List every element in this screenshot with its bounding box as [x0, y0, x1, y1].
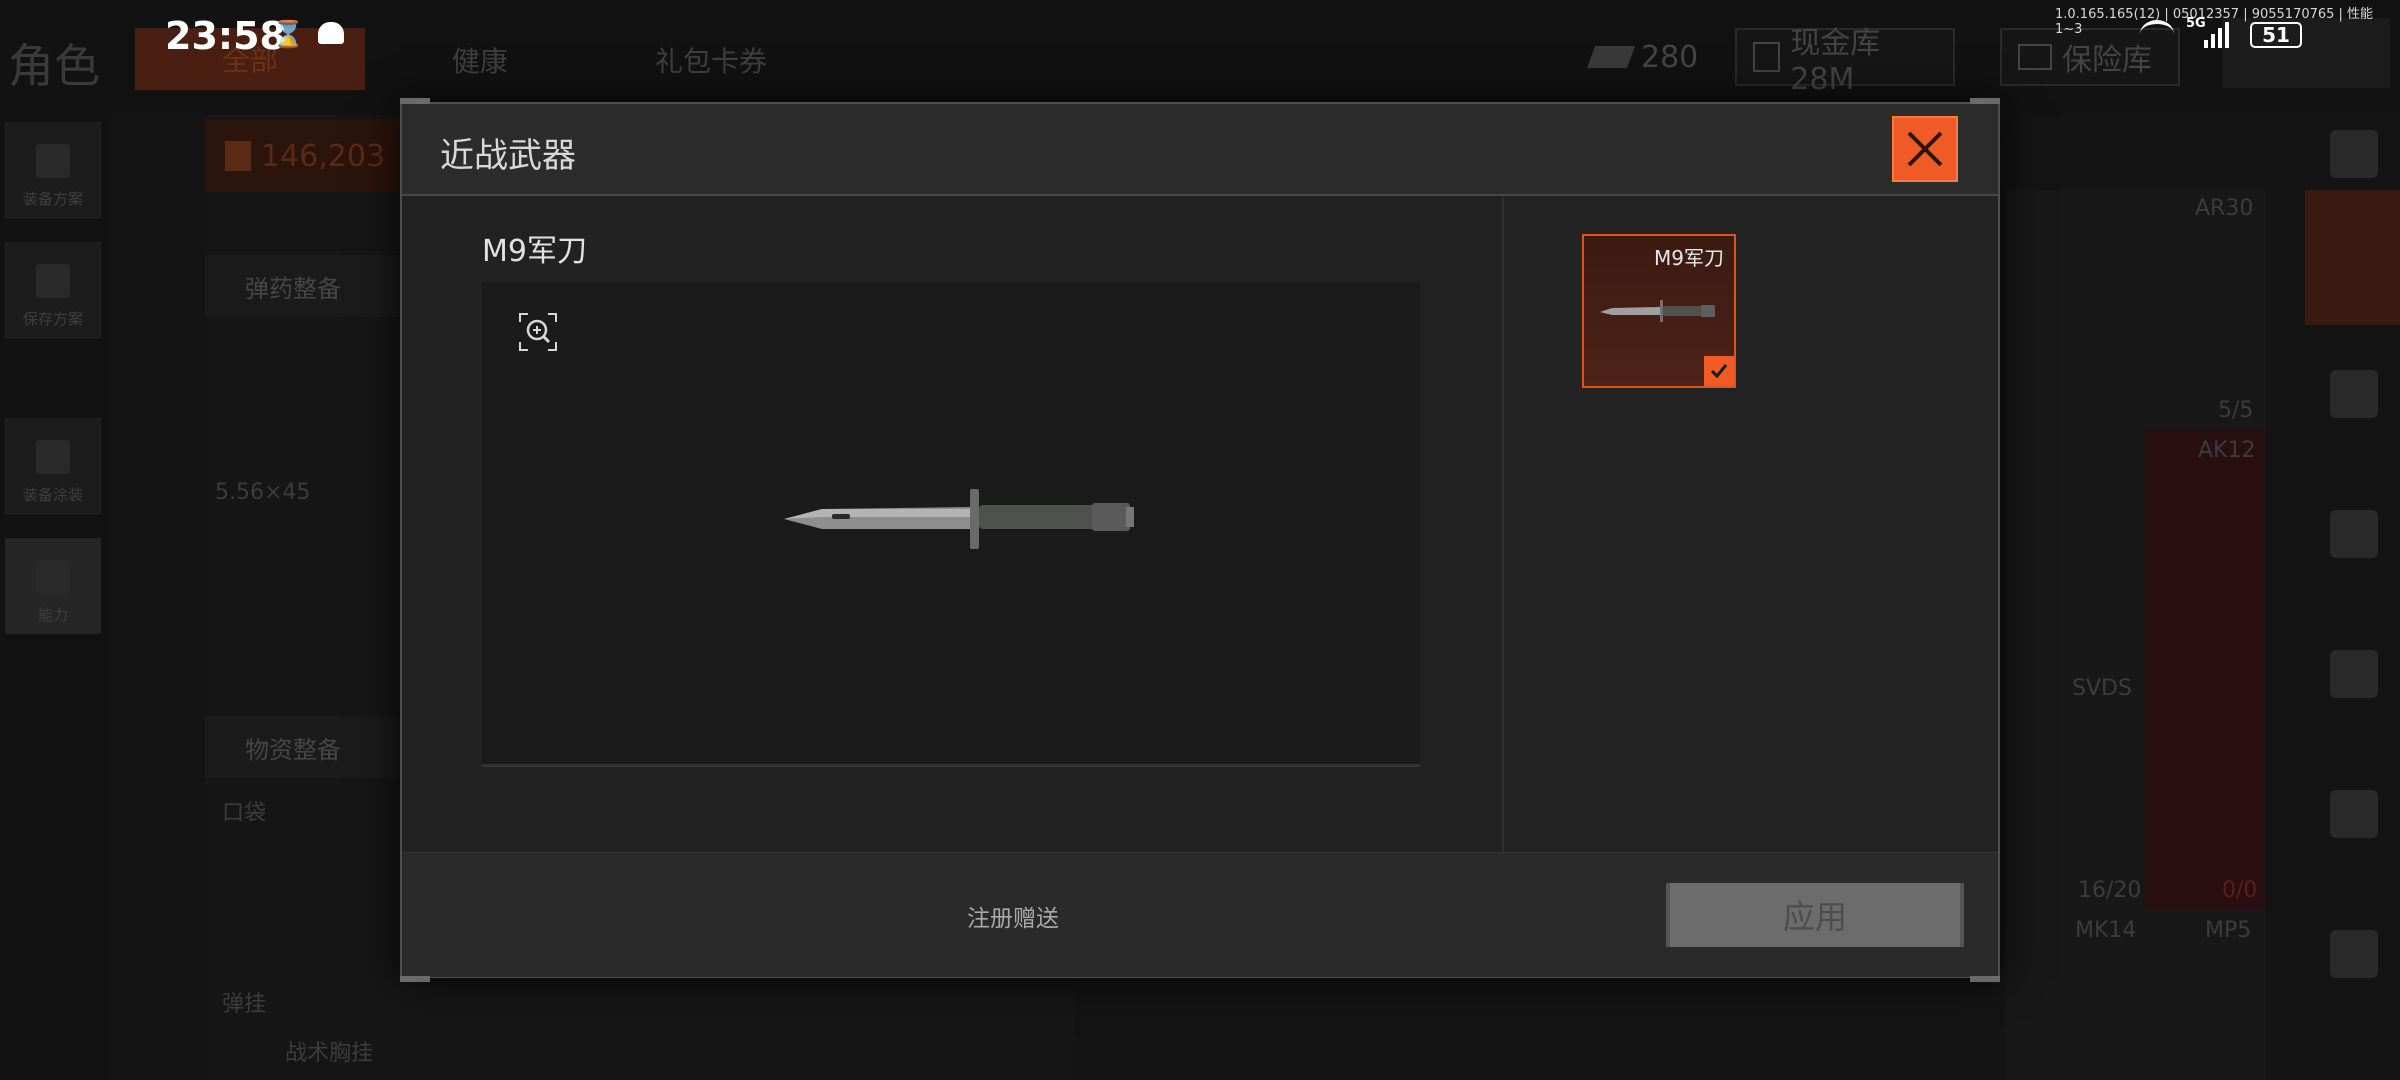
magazine-slot-icon[interactable]	[2330, 650, 2378, 698]
pocket-label: 口袋	[222, 801, 267, 826]
helmet-slot-icon[interactable]	[2330, 370, 2378, 418]
rail-equipment-skin[interactable]: 装备涂装	[5, 418, 101, 514]
grenade-slot-icon[interactable]	[2330, 790, 2378, 838]
rig-item-label: 战术胸挂	[285, 1041, 374, 1066]
currency-count: 280	[1641, 39, 1699, 75]
weapon-label-mp5: MP5	[2205, 918, 2252, 943]
source-note: 注册赠送	[967, 906, 1059, 932]
battery-indicator: 51	[2250, 22, 2302, 48]
rifle-slot-icon[interactable]	[2330, 510, 2378, 558]
melee-weapon-dialog: 近战武器 M9军刀 M9军刀 注册赠送 应用	[400, 98, 2000, 982]
download-icon	[36, 264, 70, 298]
item-preview[interactable]	[482, 282, 1420, 767]
lightning-icon	[36, 560, 70, 594]
frame-corner	[400, 98, 430, 104]
rail-save-plan[interactable]: 保存方案	[5, 242, 101, 338]
cash-vault-button[interactable]: 现金库 28M	[1735, 26, 1955, 97]
rail-label: 保存方案	[22, 310, 83, 328]
rig-label: 弹挂	[222, 992, 267, 1017]
weapon-label-mk14: MK14	[2075, 918, 2137, 943]
rail-label: 装备方案	[22, 190, 83, 208]
weapon-label-ar30: AR30	[2195, 196, 2254, 221]
knife-thumbnail	[1600, 300, 1715, 322]
vest-value-icon	[225, 141, 251, 171]
selected-badge	[1704, 356, 1734, 386]
rail-ability[interactable]: 能力	[5, 538, 101, 634]
right-rail-active-slot[interactable]	[2305, 190, 2400, 325]
ticket-icon	[1586, 46, 1636, 68]
status-clock: 23:58	[165, 14, 286, 58]
hourglass-icon: ⌛	[272, 20, 305, 50]
weapon-label-ak12: AK12	[2198, 438, 2256, 463]
loadout-value: 146,203	[205, 120, 405, 192]
ammo-section-button[interactable]: 弹药整备	[205, 255, 405, 317]
knife-image	[784, 489, 1134, 549]
ammo-count: 5/5	[2218, 398, 2254, 423]
dialog-footer: 注册赠送 应用	[402, 852, 1998, 977]
helmet-icon	[36, 440, 70, 474]
rail-loadout-plan[interactable]: 装备方案	[5, 122, 101, 218]
frame-corner	[1970, 98, 2000, 104]
apply-button[interactable]: 应用	[1666, 883, 1964, 947]
safe-icon	[2018, 44, 2052, 70]
ammo-count: 16/20	[2078, 878, 2142, 903]
cash-vault-label: 现金库 28M	[1790, 25, 1881, 97]
weapon-card-ak12[interactable]	[2145, 430, 2265, 910]
close-icon	[1907, 131, 1943, 167]
loadout-value-number: 146,203	[261, 138, 386, 174]
network-type: 5G	[2186, 16, 2206, 31]
options-area	[1504, 196, 1998, 852]
vest-icon	[36, 144, 70, 178]
rail-label: 能力	[37, 606, 68, 624]
tab-health[interactable]: 健康	[452, 40, 508, 80]
stack-icon[interactable]	[2330, 130, 2378, 178]
frame-corner	[400, 976, 430, 982]
tab-gift-vouchers[interactable]: 礼包卡券	[655, 40, 767, 80]
weapon-label-svds: SVDS	[2072, 676, 2132, 701]
safe-box-label: 保险库	[2062, 43, 2152, 78]
vault-icon	[1753, 42, 1781, 72]
check-icon	[1710, 364, 1728, 379]
android-icon	[318, 22, 344, 44]
supply-section-button[interactable]: 物资整备	[205, 716, 405, 778]
selected-item-name: M9军刀	[482, 234, 587, 269]
zoom-button[interactable]	[518, 312, 558, 352]
dialog-header	[402, 104, 1998, 196]
option-m9-bayonet[interactable]: M9军刀	[1582, 234, 1736, 388]
page-title: 角色	[8, 39, 100, 93]
rail-label: 装备涂装	[22, 486, 83, 504]
dialog-title: 近战武器	[440, 136, 576, 176]
pouch-slot-icon[interactable]	[2330, 930, 2378, 978]
currency-chip: 280	[1575, 28, 1714, 86]
zoom-in-icon	[519, 313, 557, 351]
caliber-label: 5.56×45	[215, 480, 311, 505]
frame-corner	[1970, 976, 2000, 982]
close-button[interactable]	[1892, 116, 1958, 182]
option-name: M9军刀	[1654, 246, 1724, 270]
ammo-count: 0/0	[2222, 878, 2258, 903]
wifi-icon	[2140, 20, 2174, 48]
